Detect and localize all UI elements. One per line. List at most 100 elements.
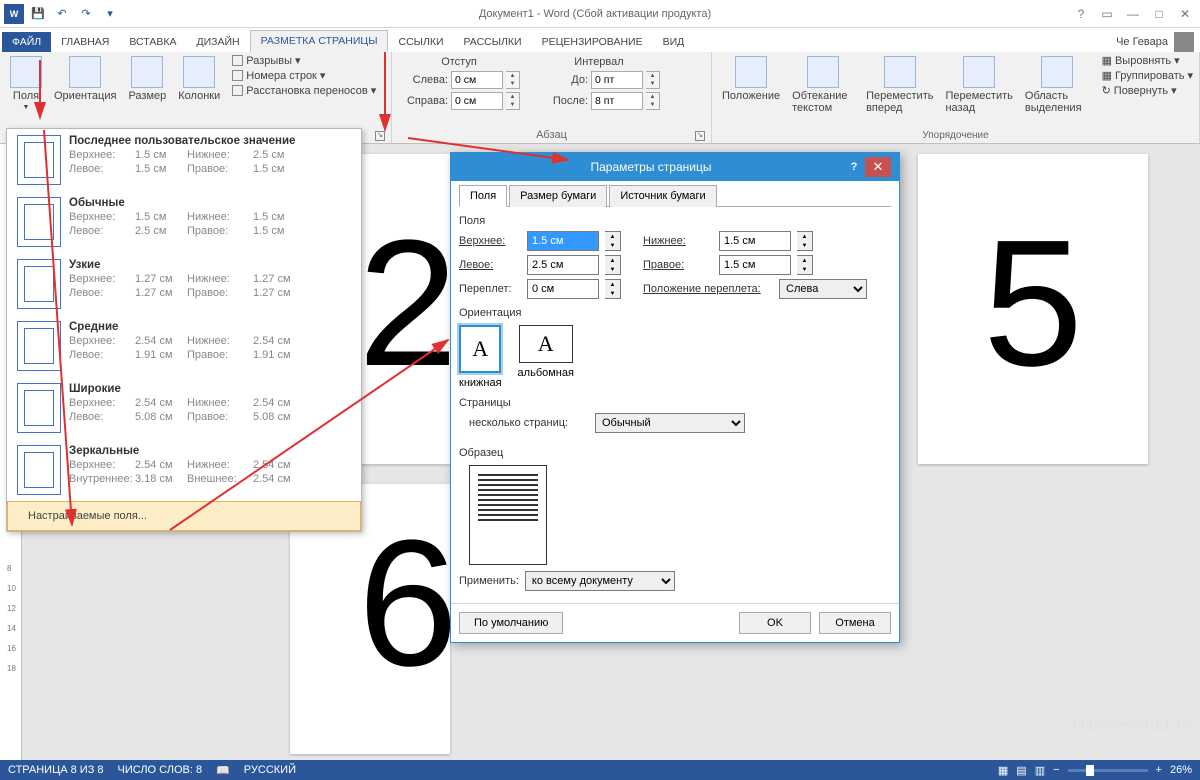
- margin-preset-item[interactable]: Зеркальные Верхнее:2.54 смНижнее:2.54 см…: [7, 439, 361, 501]
- zoom-level[interactable]: 26%: [1170, 764, 1192, 776]
- apply-to-select[interactable]: ко всему документу: [525, 571, 675, 591]
- paragraph-launcher[interactable]: ↘: [695, 131, 705, 141]
- hyphen-icon: [232, 85, 243, 96]
- landscape-option[interactable]: Aальбомная: [518, 325, 574, 389]
- backward-button[interactable]: Переместить назад: [941, 54, 1016, 116]
- dialog-tab-paper[interactable]: Размер бумаги: [509, 185, 607, 207]
- dialog-titlebar[interactable]: Параметры страницы ? ✕: [451, 153, 899, 181]
- status-words[interactable]: ЧИСЛО СЛОВ: 8: [118, 764, 203, 776]
- multi-pages-select[interactable]: Обычный: [595, 413, 745, 433]
- breaks-icon: [232, 55, 243, 66]
- save-icon[interactable]: 💾: [28, 4, 48, 24]
- forward-button[interactable]: Переместить вперед: [862, 54, 937, 116]
- indent-left[interactable]: Слева:▲▼: [398, 71, 520, 89]
- page-setup-launcher[interactable]: ↘: [375, 131, 385, 141]
- gutter-position-select[interactable]: Слева: [779, 279, 867, 299]
- tab-file[interactable]: ФАЙЛ: [2, 32, 51, 52]
- right-margin-input[interactable]: [719, 255, 791, 275]
- line-numbers-button[interactable]: Номера строк ▾: [232, 69, 376, 82]
- pane-icon: [1041, 56, 1073, 88]
- group-button[interactable]: ▦ Группировать ▾: [1102, 69, 1193, 82]
- close-icon[interactable]: ✕: [1174, 6, 1196, 22]
- margins-dropdown: Последнее пользовательское значение Верх…: [6, 128, 362, 532]
- selection-pane-button[interactable]: Область выделения: [1021, 54, 1094, 116]
- cancel-button[interactable]: Отмена: [819, 612, 891, 634]
- orientation-icon: [69, 56, 101, 88]
- dialog-tab-source[interactable]: Источник бумаги: [609, 185, 716, 207]
- zoom-slider[interactable]: [1068, 769, 1148, 772]
- tab-design[interactable]: ДИЗАЙН: [186, 32, 249, 52]
- redo-icon[interactable]: ↷: [76, 4, 96, 24]
- bottom-margin-input[interactable]: [719, 231, 791, 251]
- margin-preset-item[interactable]: Широкие Верхнее:2.54 смНижнее:2.54 см Ле…: [7, 377, 361, 439]
- size-icon: [131, 56, 163, 88]
- breaks-button[interactable]: Разрывы ▾: [232, 54, 376, 67]
- status-page[interactable]: СТРАНИЦА 8 ИЗ 8: [8, 764, 104, 776]
- margin-preset-item[interactable]: Обычные Верхнее:1.5 смНижнее:1.5 см Лево…: [7, 191, 361, 253]
- user-name: Че Гевара: [1116, 36, 1168, 48]
- ribbon-tabs: ФАЙЛ ГЛАВНАЯ ВСТАВКА ДИЗАЙН РАЗМЕТКА СТР…: [0, 28, 1200, 52]
- ribbon-options-icon[interactable]: ▭: [1096, 6, 1118, 22]
- left-margin-input[interactable]: [527, 255, 599, 275]
- margins-button[interactable]: Поля▼: [6, 54, 46, 113]
- spacing-after[interactable]: После:▲▼: [538, 92, 660, 110]
- status-proofing-icon[interactable]: 📖: [216, 764, 230, 777]
- dialog-close-icon[interactable]: ✕: [865, 157, 891, 177]
- margin-preset-icon: [17, 321, 61, 371]
- zoom-in-icon[interactable]: +: [1156, 764, 1162, 776]
- dialog-title: Параметры страницы: [459, 160, 843, 174]
- view-read-icon[interactable]: ▤: [1016, 764, 1026, 777]
- user-area[interactable]: Че Гевара: [1116, 32, 1200, 52]
- backward-icon: [963, 56, 995, 88]
- align-button[interactable]: ▦ Выровнять ▾: [1102, 54, 1193, 67]
- spacing-label: Интервал: [538, 56, 660, 68]
- portrait-option[interactable]: Aкнижная: [459, 325, 502, 389]
- position-icon: [735, 56, 767, 88]
- margin-preset-item[interactable]: Средние Верхнее:2.54 смНижнее:2.54 см Ле…: [7, 315, 361, 377]
- margins-icon: [10, 56, 42, 88]
- custom-margins-item[interactable]: Настраиваемые поля...: [7, 501, 361, 531]
- ok-button[interactable]: OK: [739, 612, 811, 634]
- word-icon: W: [4, 4, 24, 24]
- rotate-button[interactable]: ↻ Повернуть ▾: [1102, 84, 1193, 97]
- view-print-icon[interactable]: ▦: [998, 764, 1008, 777]
- tab-references[interactable]: ССЫЛКИ: [388, 32, 453, 52]
- margin-preset-icon: [17, 197, 61, 247]
- statusbar: СТРАНИЦА 8 ИЗ 8 ЧИСЛО СЛОВ: 8 📖 РУССКИЙ …: [0, 760, 1200, 780]
- top-margin-input[interactable]: [527, 231, 599, 251]
- orientation-section-label: Ориентация: [459, 307, 521, 319]
- columns-button[interactable]: Колонки: [174, 54, 224, 104]
- preview-icon: [469, 465, 547, 565]
- fields-section-label: Поля: [459, 215, 485, 227]
- hyphenation-button[interactable]: Расстановка переносов ▾: [232, 84, 376, 97]
- margin-preset-icon: [17, 383, 61, 433]
- help-icon[interactable]: ?: [1070, 6, 1092, 22]
- orientation-button[interactable]: Ориентация: [50, 54, 120, 104]
- status-lang[interactable]: РУССКИЙ: [244, 764, 296, 776]
- dialog-help-icon[interactable]: ?: [843, 161, 865, 173]
- size-button[interactable]: Размер: [124, 54, 170, 104]
- tab-view[interactable]: ВИД: [653, 32, 695, 52]
- tab-home[interactable]: ГЛАВНАЯ: [51, 32, 119, 52]
- indent-right[interactable]: Справа:▲▼: [398, 92, 520, 110]
- minimize-icon[interactable]: —: [1122, 6, 1144, 22]
- spacing-before[interactable]: До:▲▼: [538, 71, 660, 89]
- margin-preset-item[interactable]: Узкие Верхнее:1.27 смНижнее:1.27 см Лево…: [7, 253, 361, 315]
- view-web-icon[interactable]: ▥: [1035, 764, 1045, 777]
- maximize-icon[interactable]: □: [1148, 6, 1170, 22]
- tab-review[interactable]: РЕЦЕНЗИРОВАНИЕ: [532, 32, 653, 52]
- tab-page-layout[interactable]: РАЗМЕТКА СТРАНИЦЫ: [250, 30, 389, 52]
- wrap-button[interactable]: Обтекание текстом: [788, 54, 858, 116]
- undo-icon[interactable]: ↶: [52, 4, 72, 24]
- wrap-icon: [807, 56, 839, 88]
- default-button[interactable]: По умолчанию: [459, 612, 563, 634]
- position-button[interactable]: Положение: [718, 54, 784, 104]
- margin-preset-icon: [17, 259, 61, 309]
- tab-insert[interactable]: ВСТАВКА: [119, 32, 186, 52]
- tab-mailings[interactable]: РАССЫЛКИ: [454, 32, 532, 52]
- qat-dropdown-icon[interactable]: ▾: [100, 4, 120, 24]
- zoom-out-icon[interactable]: −: [1053, 764, 1059, 776]
- margin-preset-item[interactable]: Последнее пользовательское значение Верх…: [7, 129, 361, 191]
- dialog-tab-fields[interactable]: Поля: [459, 185, 507, 207]
- gutter-input[interactable]: [527, 279, 599, 299]
